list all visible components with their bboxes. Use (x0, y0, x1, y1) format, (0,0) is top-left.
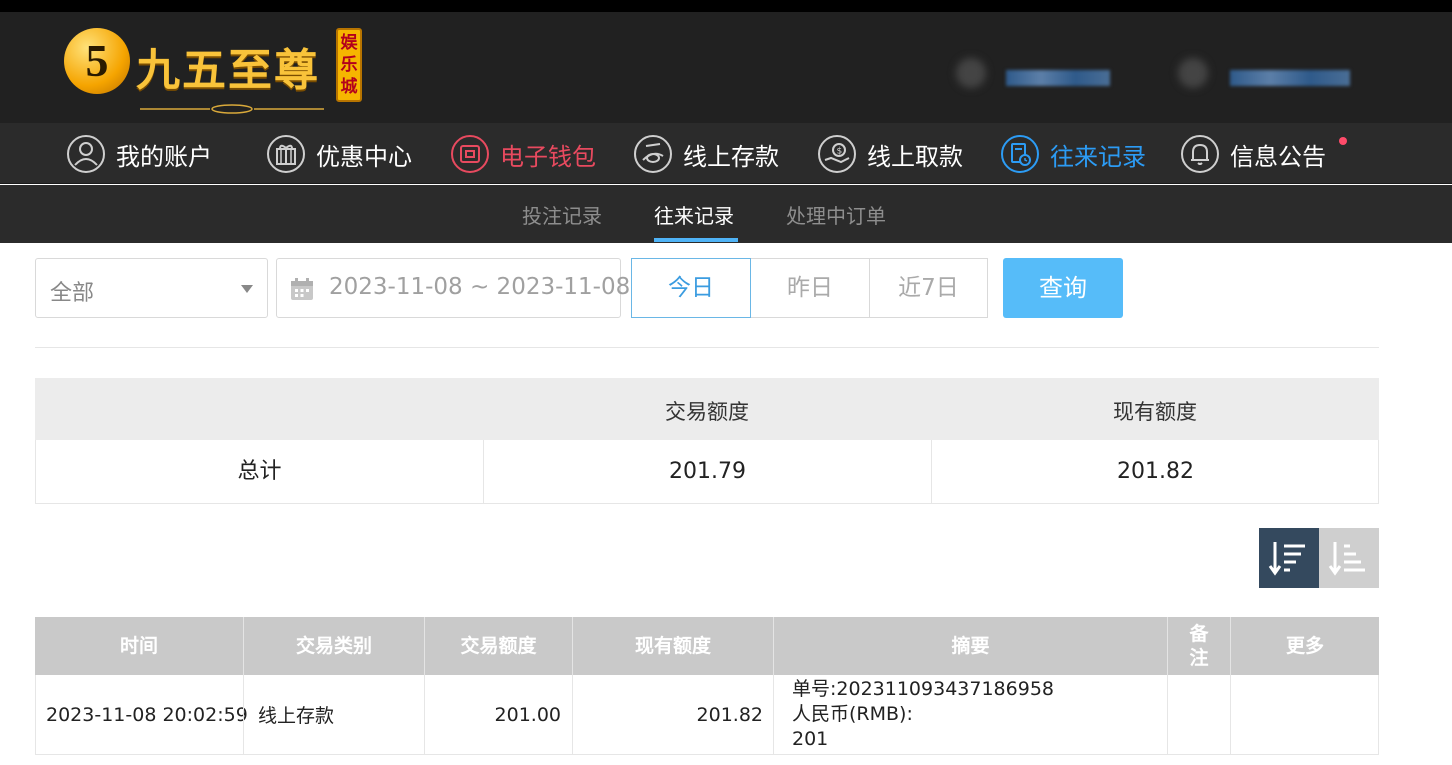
bell-icon (1181, 135, 1219, 173)
logo-text: 九五至尊 (136, 45, 320, 96)
records-icon (1001, 135, 1039, 173)
sort-asc-button[interactable] (1319, 528, 1379, 588)
sub-nav: 投注记录 往来记录 处理中订单 (0, 185, 1452, 243)
date-range-input[interactable]: 2023-11-08 ~ 2023-11-08 (276, 258, 630, 318)
nav-label: 优惠中心 (316, 142, 412, 171)
quick-7days-button[interactable]: 近7日 (869, 258, 988, 318)
balance-redacted (1170, 58, 1350, 90)
row-time: 2023-11-08 20:02:59 (46, 703, 248, 726)
table-row: 2023-11-08 20:02:59 线上存款 201.00 201.82 单… (35, 675, 1379, 755)
wallet-icon (451, 135, 489, 173)
row-balance: 201.82 (696, 703, 763, 726)
username-redacted (950, 58, 1110, 90)
col-header-note[interactable]: 备 注 (1168, 617, 1230, 675)
section-divider (35, 347, 1379, 348)
nav-label: 我的账户 (116, 142, 212, 171)
sort-desc-button[interactable] (1259, 528, 1319, 588)
logo-flourish-icon (140, 104, 324, 114)
row-summary: 单号:202311093437186958 人民币(RMB): 201 (792, 677, 1054, 752)
quick-yesterday-button[interactable]: 昨日 (750, 258, 870, 318)
summary-balance-value: 201.82 (1117, 459, 1194, 484)
type-select-value: 全部 (50, 281, 95, 306)
deposit-icon (634, 135, 672, 173)
row-more[interactable] (1231, 675, 1379, 754)
col-header-balance[interactable]: 现有额度 (573, 617, 773, 675)
gift-icon (267, 135, 305, 173)
notification-dot (1339, 137, 1347, 145)
nav-label: 线上存款 (683, 142, 779, 171)
redacted-bar (1230, 70, 1350, 86)
date-range-value: 2023-11-08 ~ 2023-11-08 (329, 274, 631, 300)
row-summary-order-no: 单号:202311093437186958 (792, 678, 1054, 700)
quick-today-button[interactable]: 今日 (631, 258, 751, 318)
query-button[interactable]: 查询 (1003, 258, 1123, 318)
sort-ascending-icon (1328, 542, 1365, 576)
active-tab-underline (654, 238, 738, 242)
nav-item-account[interactable]: 我的账户 (66, 133, 212, 175)
row-divider (773, 675, 774, 754)
user-icon (67, 135, 105, 173)
summary-row: 总计 201.79 201.82 (35, 440, 1379, 504)
svg-text:$: $ (837, 147, 843, 157)
col-header-time[interactable]: 时间 (35, 617, 243, 675)
sort-descending-icon (1268, 542, 1305, 576)
col-header-type[interactable]: 交易类别 (244, 617, 424, 675)
tab-bet-records[interactable]: 投注记录 (522, 200, 602, 229)
col-header-more[interactable]: 更多 (1231, 617, 1379, 675)
user-avatar-icon (956, 58, 986, 88)
tab-transaction-records[interactable]: 往来记录 (654, 200, 734, 229)
row-note (1168, 675, 1230, 754)
nav-label: 往来记录 (1050, 142, 1146, 171)
top-strip (0, 0, 1452, 12)
site-logo[interactable]: 5 九五至尊 娱 乐 城 (64, 28, 364, 118)
row-divider (243, 675, 244, 754)
main-nav: 我的账户 优惠中心 电子钱包 线上存款 $ 线上取款 往来记录 信息公告 (0, 123, 1452, 184)
nav-label: 电子钱包 (500, 142, 596, 171)
caret-down-icon (241, 285, 253, 293)
logo-emblem: 5 (64, 28, 130, 94)
summary-header-amount: 交易额度 (665, 400, 749, 424)
calendar-icon (291, 278, 313, 300)
tab-pending-orders[interactable]: 处理中订单 (786, 200, 886, 229)
site-header: 5 九五至尊 娱 乐 城 (0, 12, 1452, 123)
withdraw-icon: $ (818, 135, 856, 173)
row-summary-currency: 人民币(RMB): (792, 703, 913, 725)
logo-number: 5 (85, 35, 109, 86)
nav-label: 信息公告 (1230, 142, 1326, 171)
logo-tag: 娱 乐 城 (336, 28, 362, 102)
summary-table: 交易额度 现有额度 总计 201.79 201.82 (35, 378, 1379, 504)
summary-amount-value: 201.79 (669, 459, 746, 484)
col-header-summary[interactable]: 摘要 (774, 617, 1167, 675)
logo-tag-char: 娱 (340, 33, 358, 53)
nav-item-wallet[interactable]: 电子钱包 (450, 133, 596, 175)
redacted-bar (1006, 70, 1110, 86)
summary-total-label: 总计 (237, 459, 282, 484)
nav-label: 线上取款 (867, 142, 963, 171)
nav-item-promotions[interactable]: 优惠中心 (266, 133, 412, 175)
type-select[interactable]: 全部 (35, 258, 268, 318)
nav-item-records[interactable]: 往来记录 (1000, 133, 1146, 175)
col-header-amount[interactable]: 交易额度 (425, 617, 572, 675)
summary-header: 交易额度 现有额度 (35, 378, 1379, 440)
summary-header-balance: 现有额度 (1113, 400, 1197, 424)
row-summary-value: 201 (792, 728, 829, 750)
row-amount: 201.00 (494, 703, 561, 726)
logo-tag-char: 乐 (340, 55, 358, 75)
nav-item-deposit[interactable]: 线上存款 (633, 133, 779, 175)
row-type: 线上存款 (258, 705, 335, 727)
nav-item-withdraw[interactable]: $ 线上取款 (817, 133, 963, 175)
balance-icon (1178, 58, 1208, 88)
nav-item-announcements[interactable]: 信息公告 (1180, 133, 1326, 175)
records-header: 时间 交易类别 交易额度 现有额度 摘要 备 注 更多 (35, 617, 1379, 675)
logo-tag-char: 城 (340, 77, 358, 97)
